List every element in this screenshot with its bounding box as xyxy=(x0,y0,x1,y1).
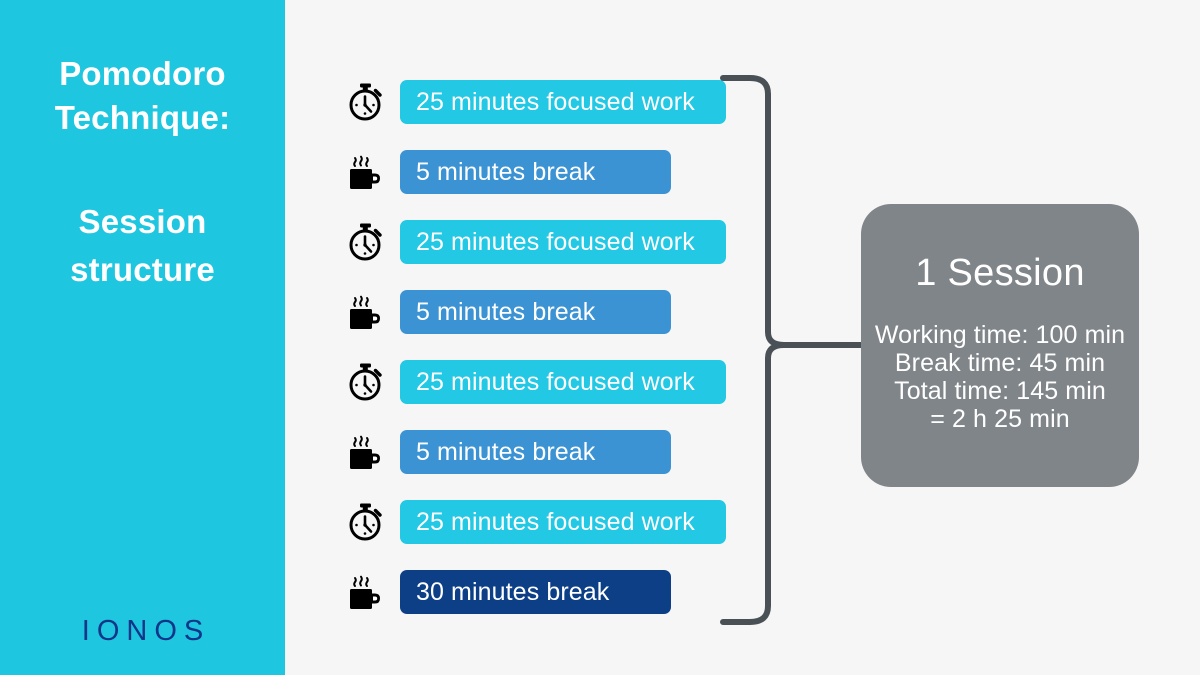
stopwatch-icon xyxy=(344,218,388,266)
session-step-bar: 5 minutes break xyxy=(400,150,671,194)
session-step-label: 5 minutes break xyxy=(416,297,596,326)
session-steps-list: 25 minutes focused work 5 minutes break 25… xyxy=(344,78,726,638)
session-step-row: 25 minutes focused work xyxy=(344,218,726,266)
session-step-bar: 5 minutes break xyxy=(400,290,671,334)
session-step-bar: 25 minutes focused work xyxy=(400,360,726,404)
session-step-bar: 25 minutes focused work xyxy=(400,220,726,264)
stopwatch-icon xyxy=(344,498,388,546)
session-step-label: 25 minutes focused work xyxy=(416,227,695,256)
session-step-row: 30 minutes break xyxy=(344,568,726,616)
brace-connector xyxy=(720,75,862,625)
stopwatch-icon xyxy=(344,78,388,126)
coffee-cup-icon xyxy=(344,428,388,476)
session-step-row: 25 minutes focused work xyxy=(344,78,726,126)
page-subtitle: Session structure xyxy=(70,203,215,288)
session-step-bar: 5 minutes break xyxy=(400,430,671,474)
page-title: Pomodoro Technique: xyxy=(54,55,231,136)
session-step-label: 25 minutes focused work xyxy=(416,87,695,116)
session-step-bar: 30 minutes break xyxy=(400,570,671,614)
session-step-row: 25 minutes focused work xyxy=(344,358,726,406)
session-step-label: 25 minutes focused work xyxy=(416,507,695,536)
session-step-row: 5 minutes break xyxy=(344,288,726,336)
session-card-title: 1 Session xyxy=(915,252,1085,294)
sidebar-panel: Pomodoro Technique: Session structure IO… xyxy=(0,0,285,675)
session-step-row: 5 minutes break xyxy=(344,148,726,196)
session-step-row: 5 minutes break xyxy=(344,428,726,476)
session-step-bar: 25 minutes focused work xyxy=(400,80,726,124)
stopwatch-icon xyxy=(344,358,388,406)
ionos-logo: IONOS xyxy=(81,615,211,647)
session-step-label: 25 minutes focused work xyxy=(416,367,695,396)
session-step-bar: 25 minutes focused work xyxy=(400,500,726,544)
coffee-cup-icon xyxy=(344,568,388,616)
session-step-label: 5 minutes break xyxy=(416,437,596,466)
session-summary-card: 1 Session Working time: 100 min Break ti… xyxy=(861,204,1139,487)
coffee-cup-icon xyxy=(344,148,388,196)
session-step-label: 5 minutes break xyxy=(416,157,596,186)
session-card-details: Working time: 100 min Break time: 45 min… xyxy=(874,321,1126,433)
session-step-label: 30 minutes break xyxy=(416,577,610,606)
session-step-row: 25 minutes focused work xyxy=(344,498,726,546)
slide-canvas: Pomodoro Technique: Session structure IO… xyxy=(0,0,1200,675)
coffee-cup-icon xyxy=(344,288,388,336)
